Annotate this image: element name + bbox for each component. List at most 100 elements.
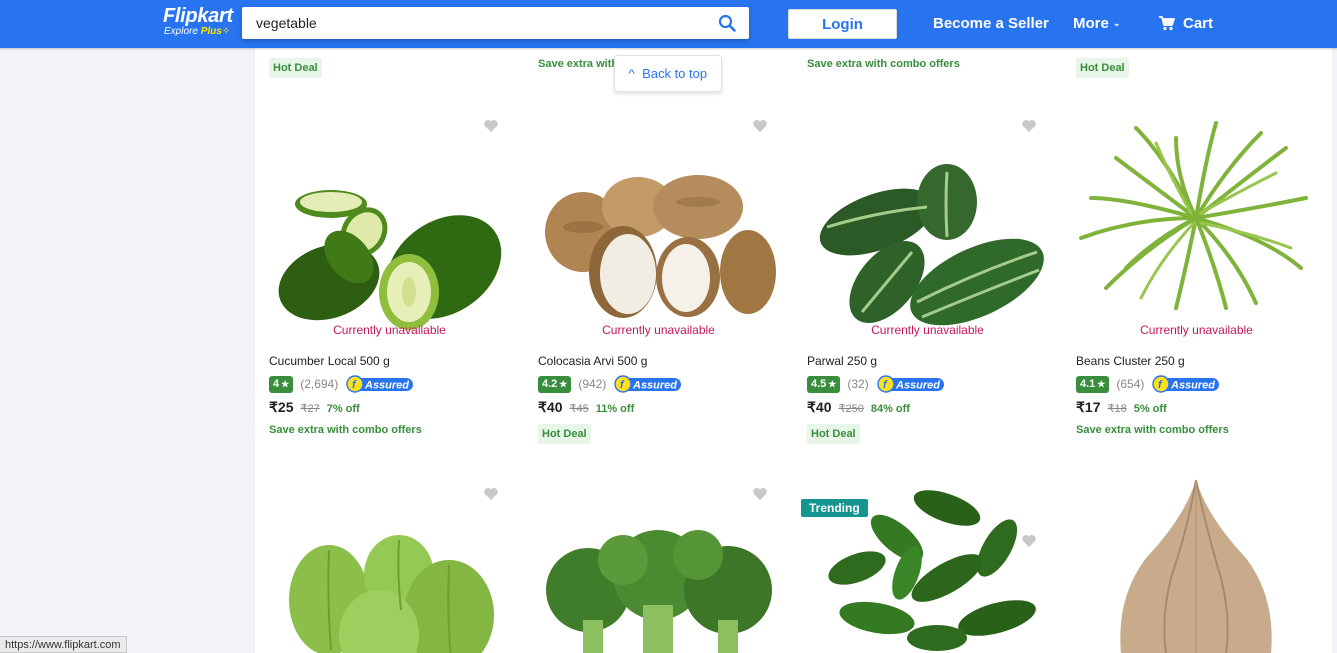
product-title[interactable]: Beans Cluster 250 g (1076, 354, 1185, 368)
assured-icon: f Assured (877, 375, 944, 393)
product-card-chayote[interactable] (255, 478, 524, 653)
plus-star-icon: ✧ (221, 26, 231, 37)
price-row: ₹40 ₹250 84% off (807, 399, 910, 416)
assured-icon: f Assured (614, 375, 682, 393)
hot-deal-tag: Hot Deal (807, 424, 860, 444)
original-price: ₹27 (300, 403, 320, 415)
login-button[interactable]: Login (788, 9, 897, 39)
logo-subtext: Explore Plus✧ (164, 26, 233, 37)
wishlist-heart-icon[interactable] (483, 486, 499, 502)
assured-icon: f Assured (1152, 375, 1220, 393)
more-menu[interactable]: More ⌄ (1073, 15, 1120, 32)
discount-percent: 7% off (326, 403, 360, 415)
svg-text:Assured: Assured (1170, 380, 1215, 392)
search-bar (242, 7, 749, 39)
product-image-chayote[interactable] (269, 520, 509, 653)
product-card-cucumber[interactable]: Currently unavailable Cucumber Local 500… (255, 110, 524, 480)
assured-badge: f Assured (877, 375, 945, 393)
rating-row: 4.5 ★ (32) f Assured (807, 375, 945, 393)
product-image-coconut[interactable] (1076, 478, 1316, 653)
selling-price: ₹40 (538, 399, 563, 415)
discount-percent: 5% off (1133, 403, 1167, 415)
price-row: ₹25 ₹27 7% off (269, 399, 360, 416)
product-card-coconut[interactable] (1062, 478, 1331, 653)
chevron-down-icon: ⌄ (1112, 18, 1121, 28)
star-icon: ★ (559, 378, 568, 389)
search-icon (718, 14, 736, 32)
svg-text:Assured: Assured (632, 380, 677, 392)
assured-badge: f Assured (614, 375, 682, 393)
rating-row: 4 ★ (2,694) f Assured (269, 375, 414, 393)
rating-row: 4.1 ★ (654) f Assured (1076, 375, 1220, 393)
original-price: ₹18 (1107, 403, 1127, 415)
assured-badge: f Assured (1152, 375, 1220, 393)
logo-plus: Plus (200, 26, 222, 37)
product-image-broccoli[interactable] (538, 520, 778, 653)
product-card-parwal[interactable]: Currently unavailable Parwal 250 g 4.5 ★ … (793, 110, 1062, 480)
product-title[interactable]: Cucumber Local 500 g (269, 354, 390, 368)
combo-offer-tag: Save extra with combo offers (807, 58, 960, 70)
rating-badge: 4.2 ★ (538, 375, 572, 393)
combo-offer-tag: Save extra with combo offers (1076, 424, 1229, 436)
availability-status: Currently unavailable (333, 323, 446, 337)
price-row: ₹40 ₹45 11% off (538, 399, 634, 416)
product-grid-panel: Hot Deal Save extra with Save extra with… (255, 48, 1332, 653)
product-image-colocasia[interactable] (538, 152, 778, 352)
combo-offer-tag: Save extra with (538, 58, 619, 70)
search-button[interactable] (713, 11, 741, 35)
cart-link[interactable]: Cart (1159, 15, 1213, 32)
svg-text:Assured: Assured (364, 380, 409, 392)
become-seller-link[interactable]: Become a Seller (933, 15, 1049, 32)
back-to-top-label: Back to top (642, 66, 708, 81)
star-icon: ★ (1097, 378, 1106, 389)
price-row: ₹17 ₹18 5% off (1076, 399, 1167, 416)
search-input[interactable] (242, 7, 702, 39)
rating-badge: 4.5 ★ (807, 375, 841, 393)
svg-text:Assured: Assured (895, 380, 940, 392)
original-price: ₹45 (569, 403, 589, 415)
cart-label: Cart (1183, 15, 1214, 32)
chevron-up-icon: ^ (628, 67, 635, 80)
wishlist-heart-icon[interactable] (1021, 118, 1037, 134)
assured-icon: f Assured (346, 375, 414, 393)
product-card-colocasia[interactable]: Currently unavailable Colocasia Arvi 500… (524, 110, 793, 480)
hot-deal-tag: Hot Deal (269, 58, 322, 78)
rating-row: 4.2 ★ (942) f Assured (538, 375, 682, 393)
assured-badge: f Assured (346, 375, 414, 393)
product-card-beans[interactable]: Currently unavailable Beans Cluster 250 … (1062, 110, 1331, 480)
wishlist-heart-icon[interactable] (483, 118, 499, 134)
combo-offer-tag: Save extra with combo offers (269, 424, 422, 436)
star-icon: ★ (281, 378, 290, 389)
browser-status-bar: https://www.flipkart.com (0, 636, 127, 653)
wishlist-heart-icon[interactable] (752, 118, 768, 134)
wishlist-heart-icon[interactable] (1021, 533, 1037, 549)
back-to-top-button[interactable]: ^ Back to top (614, 55, 722, 92)
rating-value: 4 (273, 378, 280, 390)
availability-status: Currently unavailable (871, 323, 984, 337)
trending-badge: Trending (801, 499, 868, 517)
product-card-broccoli[interactable] (524, 478, 793, 653)
product-image-cucumber[interactable] (269, 152, 509, 352)
logo-text: Flipkart (163, 5, 233, 27)
discount-percent: 11% off (595, 403, 635, 415)
product-image-parwal[interactable] (807, 152, 1047, 352)
more-label: More (1073, 15, 1109, 32)
product-card-trending[interactable]: Trending (793, 478, 1062, 653)
review-count: (32) (847, 377, 869, 391)
rating-value: 4.5 (811, 378, 827, 390)
product-title[interactable]: Parwal 250 g (807, 354, 877, 368)
hot-deal-tag: Hot Deal (538, 424, 591, 444)
selling-price: ₹25 (269, 399, 294, 415)
selling-price: ₹17 (1076, 399, 1101, 415)
discount-percent: 84% off (870, 403, 910, 415)
review-count: (654) (1116, 377, 1145, 391)
rating-value: 4.2 (542, 378, 558, 390)
flipkart-logo[interactable]: Flipkart Explore Plus✧ (163, 6, 233, 37)
wishlist-heart-icon[interactable] (752, 486, 768, 502)
cart-icon (1159, 16, 1175, 31)
rating-badge: 4.1 ★ (1076, 375, 1110, 393)
star-icon: ★ (828, 378, 837, 389)
product-image-beans[interactable] (1076, 118, 1316, 314)
hot-deal-tag: Hot Deal (1076, 58, 1129, 78)
product-title[interactable]: Colocasia Arvi 500 g (538, 354, 647, 368)
